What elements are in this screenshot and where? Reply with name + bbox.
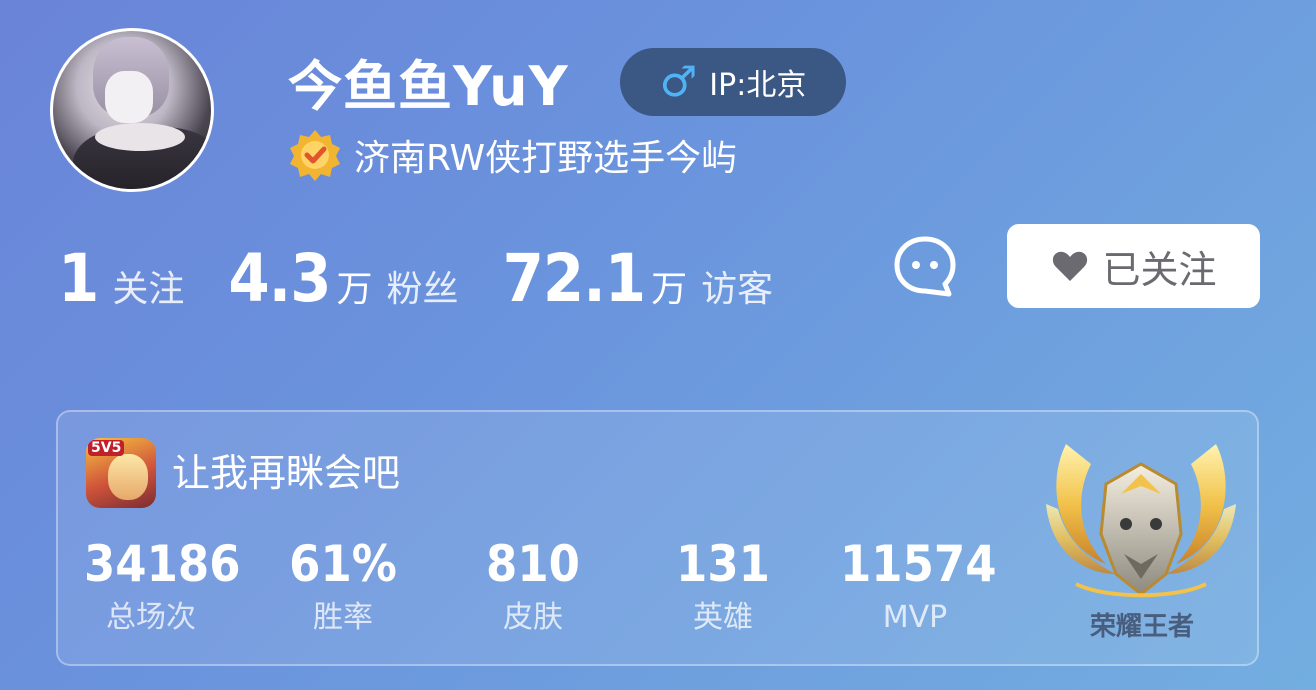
heart-icon [1053, 251, 1088, 281]
stat-label: 总场次 [106, 600, 196, 635]
follow-button[interactable]: 已关注 [1007, 224, 1260, 308]
stat-value: 34186 [84, 535, 241, 593]
verified-badge-icon [290, 130, 340, 181]
stat-following[interactable]: 1 关注 [58, 240, 184, 317]
ip-badge: ♂ IP:北京 [620, 48, 846, 116]
verification-row: 济南RW侠打野选手今屿 [288, 128, 737, 182]
stat-number: 72.1 [502, 240, 647, 317]
stat-value: 11574 [840, 535, 997, 593]
verification-text: 济南RW侠打野选手今屿 [354, 138, 738, 179]
stat-number: 4.3 [228, 240, 331, 317]
stat-value: 61% [289, 535, 397, 593]
rank-emblem-icon [1046, 444, 1236, 598]
stat-value: 131 [676, 535, 770, 593]
stat-value: 810 [486, 535, 580, 593]
game-stat-heroes: 131 英雄 [656, 534, 790, 638]
follow-label: 已关注 [1102, 247, 1217, 292]
stat-label: 英雄 [693, 600, 753, 635]
ip-location: IP:北京 [709, 68, 807, 103]
male-icon: ♂ [659, 57, 698, 106]
rank-title: 荣耀王者 [1089, 612, 1194, 642]
avatar-face [105, 71, 153, 123]
stat-label: 胜率 [313, 600, 373, 635]
stat-label: 皮肤 [503, 600, 563, 635]
stat-label: 访客 [701, 269, 774, 310]
game-stat-winrate: 61% 胜率 [276, 534, 410, 638]
game-stat-skins: 810 皮肤 [466, 534, 600, 638]
stat-number: 1 [58, 240, 99, 317]
game-stat-mvp: 11574 MVP [840, 534, 997, 638]
game-nickname: 让我再眯会吧 [172, 451, 401, 495]
chat-icon[interactable] [892, 234, 958, 300]
stat-label: MVP [882, 600, 948, 635]
stat-fans[interactable]: 4.3 万粉丝 [228, 240, 458, 317]
game-app-icon: 5V5 [86, 438, 156, 508]
stat-visitors[interactable]: 72.1 万访客 [503, 240, 774, 317]
stat-unit: 万 [651, 269, 688, 310]
avatar-collar [95, 123, 185, 151]
stats-row: 1 关注 4.3 万粉丝 72.1 万访客 [58, 240, 773, 317]
avatar[interactable] [50, 28, 214, 192]
stat-label: 关注 [112, 269, 185, 310]
stat-unit: 万 [336, 269, 373, 310]
profile-name: 今鱼鱼YuY [288, 55, 569, 118]
stat-label: 粉丝 [386, 269, 459, 310]
game-stat-matches: 34186 总场次 [84, 534, 241, 638]
game-card[interactable]: 5V5 让我再眯会吧 34186 总场次 61% 胜率 810 皮肤 131 英… [56, 410, 1259, 666]
